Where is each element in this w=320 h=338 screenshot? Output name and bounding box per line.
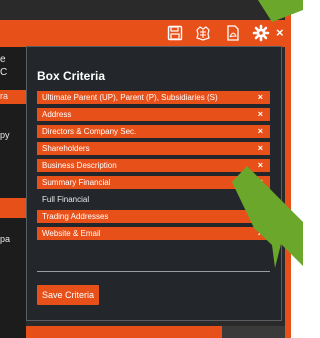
close-icon[interactable]: × [276,24,284,42]
criteria-item-full-financial[interactable]: Full Financial [37,193,270,206]
pdf-icon[interactable] [224,24,242,42]
criteria-label: Business Description [42,161,117,170]
box-criteria-modal: Box Criteria Ultimate Parent (UP), Paren… [26,46,282,321]
remove-icon[interactable]: × [258,142,263,155]
criteria-label: Summary Financial [42,178,111,187]
remove-icon[interactable]: × [258,176,263,189]
right-accent-strip [285,0,291,338]
left-panel-text: e [0,54,6,65]
criteria-list: Ultimate Parent (UP), Parent (P), Subsid… [37,91,270,244]
divider [37,271,270,272]
criteria-item-trading-addresses[interactable]: Trading Addresses [37,210,270,223]
remove-icon[interactable]: × [258,125,263,138]
criteria-label: Full Financial [42,195,90,204]
left-panel-text: py [0,130,10,140]
bottom-bar-grey [222,326,285,338]
criteria-label: Website & Email [42,229,101,238]
criteria-label: Trading Addresses [42,212,109,221]
remove-icon[interactable]: × [258,227,263,240]
criteria-item-summary-financial[interactable]: Summary Financial × [37,176,270,189]
remove-icon[interactable]: × [258,159,263,172]
top-toolbar [0,20,291,47]
criteria-label: Directors & Company Sec. [42,127,137,136]
crest-icon[interactable] [194,24,212,42]
criteria-item-address[interactable]: Address × [37,108,270,121]
criteria-label: Address [42,110,72,119]
criteria-label: Shareholders [42,144,90,153]
criteria-label: Ultimate Parent (UP), Parent (P), Subsid… [42,93,218,102]
left-panel-text: pa [0,234,11,244]
criteria-item-ultimate-parent[interactable]: Ultimate Parent (UP), Parent (P), Subsid… [37,91,270,104]
remove-icon[interactable]: × [258,91,263,104]
remove-icon[interactable]: × [258,108,263,121]
modal-title: Box Criteria [37,69,106,83]
criteria-item-business-description[interactable]: Business Description × [37,159,270,172]
left-panel-text: C [0,67,8,78]
left-panel-text: ra [0,91,9,101]
left-panel-tab[interactable]: ra [0,90,26,104]
left-panel-tab[interactable] [0,198,26,218]
criteria-item-website-email[interactable]: Website & Email × [37,227,270,240]
save-icon[interactable] [166,24,184,42]
gear-icon[interactable] [252,24,270,42]
criteria-item-shareholders[interactable]: Shareholders × [37,142,270,155]
bottom-bar [26,326,222,338]
criteria-item-directors[interactable]: Directors & Company Sec. × [37,125,270,138]
save-criteria-button[interactable]: Save Criteria [37,285,100,305]
